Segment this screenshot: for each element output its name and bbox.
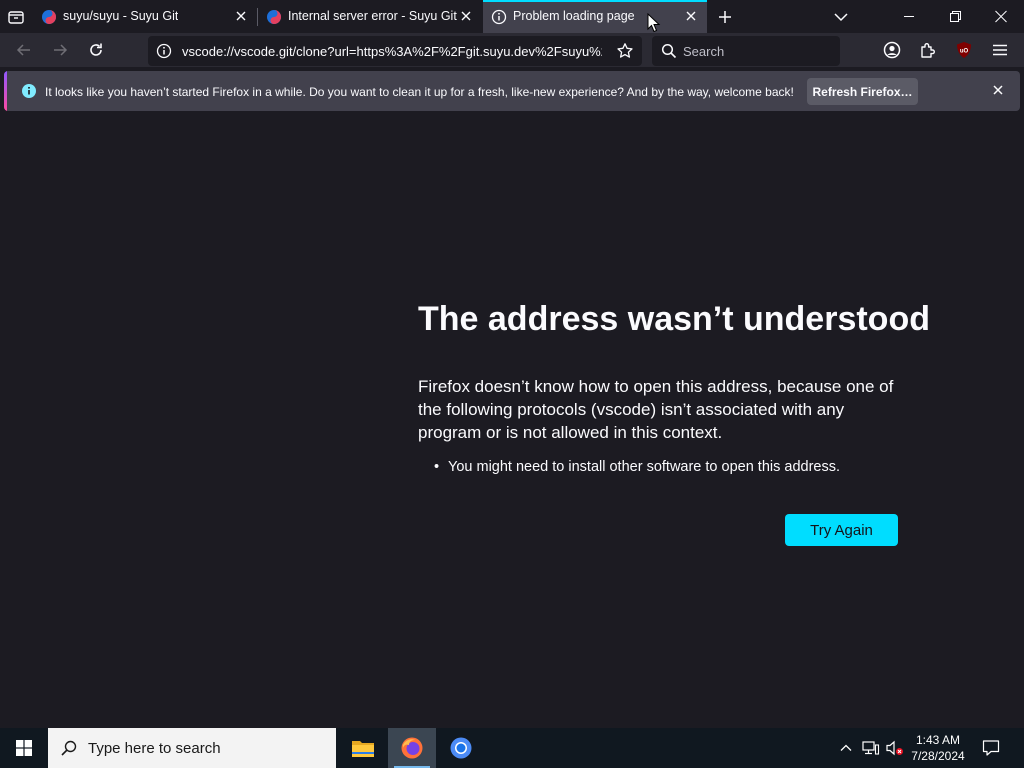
error-page: The address wasn’t understood Firefox do…: [0, 115, 1024, 728]
taskbar-search-box[interactable]: Type here to search: [48, 728, 336, 768]
notification-accent-stripe: [4, 71, 7, 111]
notification-message: It looks like you haven’t started Firefo…: [45, 85, 794, 99]
forward-button[interactable]: [50, 40, 70, 60]
hamburger-menu-icon: [993, 44, 1007, 56]
tab-strip: suyu/suyu - Suyu Git Internal server err…: [0, 0, 1024, 33]
file-explorer-taskbar-button[interactable]: [339, 728, 387, 768]
tab-title: Internal server error - Suyu Git: [288, 9, 457, 23]
close-tab-icon[interactable]: [235, 10, 247, 22]
restore-icon: [950, 11, 961, 22]
app-menu-button[interactable]: [990, 40, 1010, 60]
restore-button[interactable]: [932, 0, 978, 33]
start-button[interactable]: [0, 728, 48, 768]
chevron-down-icon: [834, 13, 848, 22]
clock-date: 7/28/2024: [911, 749, 965, 763]
tab-title: suyu/suyu - Suyu Git: [63, 9, 179, 23]
ublock-shield-icon: uO: [957, 42, 971, 58]
minimize-icon: [904, 16, 914, 17]
back-button[interactable]: [14, 40, 34, 60]
bookmark-star-icon[interactable]: [616, 42, 634, 60]
notifications-icon[interactable]: [982, 739, 1000, 757]
minimize-button[interactable]: [886, 0, 932, 33]
tab-list-icon: [8, 11, 24, 24]
clock-time: 1:43 AM: [915, 733, 961, 747]
info-icon: [491, 9, 507, 25]
tab-suyu-git[interactable]: suyu/suyu - Suyu Git: [33, 0, 257, 33]
plus-icon: [719, 11, 731, 23]
suyu-favicon-icon: [42, 10, 56, 24]
firefox-icon: [401, 737, 423, 759]
close-tab-icon[interactable]: [460, 10, 472, 22]
refresh-firefox-button[interactable]: Refresh Firefox…: [807, 78, 918, 105]
arrow-left-icon: [16, 44, 30, 56]
puzzle-icon: [921, 43, 935, 58]
search-bar[interactable]: Search: [652, 36, 840, 66]
error-title: The address wasn’t understood: [418, 300, 930, 338]
system-clock[interactable]: 1:43 AM 7/28/2024: [905, 732, 971, 764]
refresh-firefox-notification: It looks like you haven’t started Firefo…: [4, 71, 1020, 111]
navigation-toolbar: vscode://vscode.git/clone?url=https%3A%2…: [0, 33, 1024, 67]
address-bar-url[interactable]: vscode://vscode.git/clone?url=https%3A%2…: [182, 44, 602, 59]
search-icon: [61, 740, 77, 756]
reload-icon: [90, 43, 102, 56]
folder-icon: [352, 741, 374, 757]
search-input[interactable]: Search: [683, 44, 724, 59]
close-tab-icon[interactable]: [685, 10, 697, 22]
tab-title: Problem loading page: [513, 9, 635, 23]
account-icon: [883, 41, 901, 59]
chromium-icon: [450, 737, 472, 759]
taskbar-search-input[interactable]: Type here to search: [88, 740, 221, 757]
list-item: You might need to install other software…: [418, 459, 840, 475]
tab-internal-server-error[interactable]: Internal server error - Suyu Git: [258, 0, 482, 33]
chevron-up-icon[interactable]: [839, 741, 853, 755]
tab-list-dropdown-button[interactable]: [831, 7, 851, 27]
site-info-icon[interactable]: [156, 43, 172, 59]
error-description: Firefox doesn’t know how to open this ad…: [418, 377, 894, 442]
new-tab-button[interactable]: [715, 7, 735, 27]
windows-logo-icon: [16, 740, 32, 756]
extensions-button[interactable]: [918, 40, 938, 60]
close-icon: [995, 10, 1007, 23]
info-icon: [22, 84, 36, 98]
firefox-taskbar-button[interactable]: [388, 728, 436, 768]
windows-taskbar: Type here to search 1:43 AM 7/28/2024: [0, 728, 1024, 768]
error-suggestions: You might need to install other software…: [418, 459, 840, 475]
chromium-taskbar-button[interactable]: [437, 728, 485, 768]
volume-muted-icon[interactable]: [886, 740, 904, 756]
mouse-cursor-icon: [647, 13, 661, 33]
reload-button[interactable]: [86, 40, 106, 60]
network-icon[interactable]: [862, 740, 880, 756]
close-window-button[interactable]: [978, 0, 1024, 33]
tab-problem-loading-page[interactable]: Problem loading page: [483, 0, 707, 33]
suyu-favicon-icon: [267, 10, 281, 24]
svg-text:uO: uO: [960, 49, 969, 55]
ublock-origin-button[interactable]: uO: [954, 40, 974, 60]
search-icon: [661, 43, 677, 59]
try-again-button[interactable]: Try Again: [785, 514, 898, 546]
close-notification-icon[interactable]: [992, 84, 1004, 96]
arrow-right-icon: [54, 44, 68, 56]
list-all-tabs-button[interactable]: [6, 7, 26, 27]
address-bar[interactable]: vscode://vscode.git/clone?url=https%3A%2…: [148, 36, 642, 66]
account-button[interactable]: [882, 40, 902, 60]
